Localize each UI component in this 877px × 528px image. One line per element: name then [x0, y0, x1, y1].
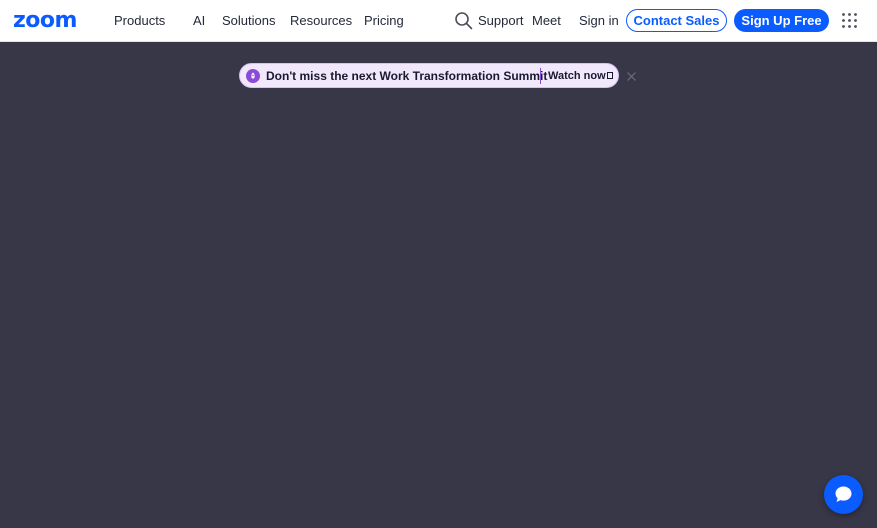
rocket-icon: [246, 69, 260, 83]
banner-divider: [540, 68, 541, 84]
sign-up-free-button[interactable]: Sign Up Free: [734, 9, 829, 32]
watch-now-label: Watch now: [548, 70, 606, 82]
summit-banner[interactable]: Don't miss the next Work Transformation …: [239, 63, 619, 88]
banner-text: Don't miss the next Work Transformation …: [266, 69, 548, 83]
nav-resources[interactable]: Resources: [290, 13, 352, 29]
watch-now-link[interactable]: Watch now: [548, 70, 613, 83]
nav-pricing[interactable]: Pricing: [364, 13, 404, 29]
top-navbar: zoom Products AI Solutions Resources Pri…: [0, 0, 877, 42]
grid-icon[interactable]: [842, 13, 857, 28]
close-icon[interactable]: [626, 69, 637, 81]
external-link-icon: [606, 72, 613, 79]
chat-button[interactable]: [824, 475, 863, 514]
contact-sales-button[interactable]: Contact Sales: [626, 9, 727, 32]
nav-support[interactable]: Support: [478, 13, 524, 29]
search-icon[interactable]: [454, 11, 473, 30]
nav-ai[interactable]: AI: [193, 13, 205, 29]
zoom-logo[interactable]: zoom: [13, 9, 77, 33]
nav-products[interactable]: Products: [114, 13, 165, 29]
nav-meet[interactable]: Meet: [532, 13, 561, 29]
nav-signin[interactable]: Sign in: [579, 13, 619, 29]
nav-solutions[interactable]: Solutions: [222, 13, 275, 29]
